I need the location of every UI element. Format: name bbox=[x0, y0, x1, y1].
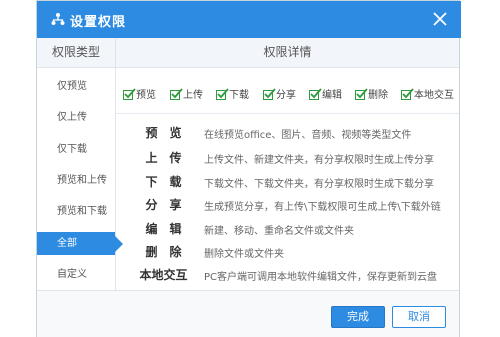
detail-desc: 在线预览office、图片、音频、视频等类型文件 bbox=[204, 130, 412, 141]
detail-desc: 上传文件、新建文件夹，有分享权限时生成上传分享 bbox=[204, 155, 434, 166]
checkbox-label: 分享 bbox=[276, 90, 296, 101]
checkbox-download[interactable]: 下载 bbox=[216, 86, 249, 101]
checkbox-label: 上传 bbox=[183, 90, 203, 101]
detail-desc: 下载文件、下载文件夹，有分享权限时生成下载分享 bbox=[204, 179, 434, 190]
sidebar-item-download-only[interactable]: 仅下载 bbox=[37, 138, 115, 161]
checkbox-preview[interactable]: 预览 bbox=[123, 86, 156, 101]
checkbox-icon bbox=[216, 88, 229, 100]
checkbox-icon bbox=[401, 88, 414, 100]
checkbox-edit[interactable]: 编辑 bbox=[309, 86, 342, 101]
checkbox-label: 预览 bbox=[136, 90, 156, 101]
cancel-button[interactable]: 取消 bbox=[392, 306, 446, 328]
detail-desc: 新建、移动、重命名文件或文件夹 bbox=[204, 226, 354, 237]
detail-name: 预 览 bbox=[145, 126, 182, 140]
detail-name: 下 载 bbox=[145, 175, 182, 189]
divider bbox=[116, 113, 459, 114]
checkbox-icon bbox=[123, 88, 136, 100]
sidebar-item-preview-upload[interactable]: 预览和上传 bbox=[37, 169, 115, 192]
sidebar-item-upload-only[interactable]: 仅上传 bbox=[37, 106, 115, 129]
checkbox-icon bbox=[355, 88, 368, 100]
detail-name: 编 辑 bbox=[145, 222, 182, 236]
detail-desc: 删除文件或文件夹 bbox=[204, 249, 284, 260]
permission-dialog: 设置权限 权限类型 权限详情 仅预览 仅上传 仅下载 预览和上传 预览和下载 全… bbox=[36, 0, 461, 337]
checkbox-icon bbox=[263, 88, 276, 100]
permission-type-list: 仅预览 仅上传 仅下载 预览和上传 预览和下载 全部 自定义 bbox=[37, 68, 123, 290]
checkbox-label: 删除 bbox=[368, 90, 388, 101]
checkbox-label: 下载 bbox=[229, 90, 249, 101]
sidebar-item-preview-only[interactable]: 仅预览 bbox=[37, 75, 115, 98]
detail-name: 删 除 bbox=[145, 245, 182, 259]
permission-type-header: 权限类型 bbox=[37, 38, 116, 68]
checkbox-icon bbox=[309, 88, 322, 100]
detail-desc: PC客户端可调用本地软件编辑文件，保存更新到云盘 bbox=[204, 272, 438, 283]
checkbox-upload[interactable]: 上传 bbox=[170, 86, 203, 101]
dialog-title: 设置权限 bbox=[70, 15, 127, 30]
detail-name: 分 享 bbox=[145, 198, 182, 212]
close-icon[interactable] bbox=[431, 10, 449, 28]
detail-desc: 生成预览分享，有上传\下载权限可生成上传\下载外链 bbox=[204, 202, 441, 213]
detail-name: 上 传 bbox=[145, 151, 182, 165]
sidebar-item-all[interactable]: 全部 bbox=[37, 232, 123, 255]
checkbox-label: 编辑 bbox=[322, 90, 342, 101]
dialog-footer: 完成 取消 bbox=[37, 290, 459, 337]
dialog-titlebar: 设置权限 bbox=[37, 1, 461, 38]
permission-detail-header: 权限详情 bbox=[116, 38, 459, 68]
sidebar-item-custom[interactable]: 自定义 bbox=[37, 263, 115, 286]
checkbox-icon bbox=[170, 88, 183, 100]
checkbox-local-interaction[interactable]: 本地交互 bbox=[401, 86, 454, 101]
sidebar-item-preview-download[interactable]: 预览和下载 bbox=[37, 200, 115, 223]
checkbox-label: 本地交互 bbox=[414, 90, 454, 101]
checkbox-share[interactable]: 分享 bbox=[263, 86, 296, 101]
done-button[interactable]: 完成 bbox=[331, 306, 385, 328]
org-tree-icon bbox=[51, 13, 65, 25]
detail-name: 本地交互 bbox=[139, 268, 188, 282]
checkbox-delete[interactable]: 删除 bbox=[355, 86, 388, 101]
